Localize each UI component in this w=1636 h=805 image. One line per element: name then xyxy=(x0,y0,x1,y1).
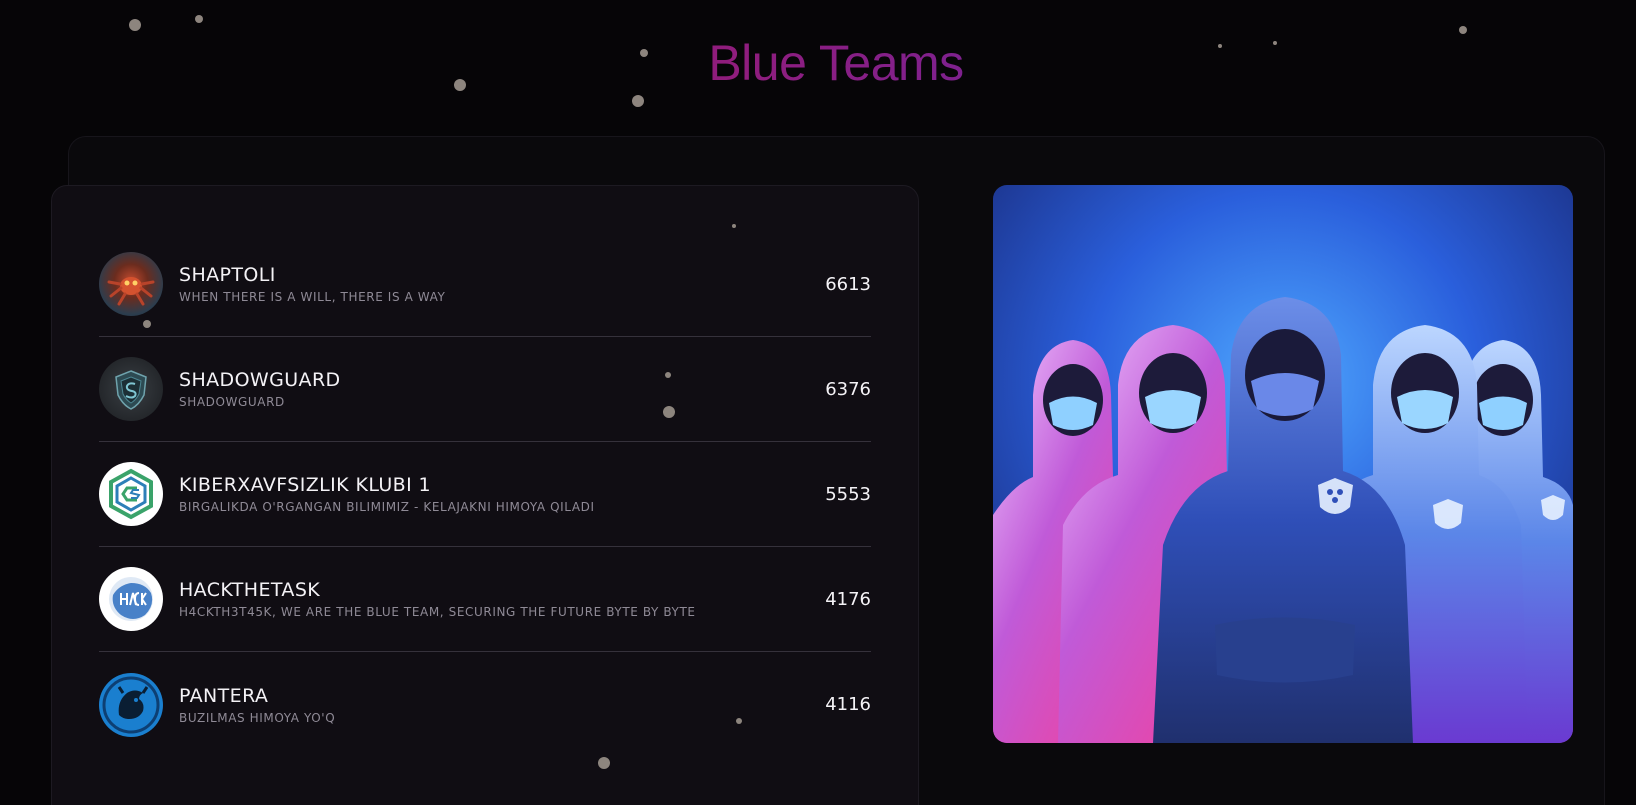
team-row[interactable]: KIBERXAVFSIZLIK KLUBI 1 BIRGALIKDA O'RGA… xyxy=(99,442,871,547)
particle xyxy=(732,224,736,228)
page-title: Blue Teams xyxy=(0,34,1636,92)
team-name: HACKTHETASK xyxy=(179,579,321,601)
team-motto: SHADOWGUARD xyxy=(179,395,285,409)
team-row[interactable]: PANTERA BUZILMAS HIMOYA YO'Q 4116 xyxy=(99,652,871,757)
team-name: SHADOWGUARD xyxy=(179,369,341,391)
particle xyxy=(195,15,203,23)
team-score: 6613 xyxy=(825,273,871,295)
team-score: 4116 xyxy=(825,694,871,715)
particle xyxy=(129,19,141,31)
team-name: SHAPTOLI xyxy=(179,264,276,286)
team-score: 6376 xyxy=(825,378,871,400)
particle xyxy=(663,406,675,418)
panther-logo-icon xyxy=(99,672,163,737)
team-score: 5553 xyxy=(825,483,871,505)
particle xyxy=(598,757,610,769)
spider-robot-avatar-icon xyxy=(99,252,163,316)
team-name: PANTERA xyxy=(179,684,269,707)
team-motto: H4CKTH3T45K, WE ARE THE BLUE TEAM, SECUR… xyxy=(179,605,696,619)
particle xyxy=(143,320,151,328)
team-motto: WHEN THERE IS A WILL, THERE IS A WAY xyxy=(179,290,446,304)
particle xyxy=(736,718,742,724)
team-name: KIBERXAVFSIZLIK KLUBI 1 xyxy=(179,474,432,496)
particle xyxy=(1459,26,1467,34)
hexagon-cs-logo-icon xyxy=(99,462,163,526)
hooded-blue-team-illustration xyxy=(993,185,1573,743)
team-row[interactable]: HACKTHETASK H4CKTH3T45K, WE ARE THE BLUE… xyxy=(99,547,871,652)
particle xyxy=(665,372,671,378)
hack-the-task-logo-icon xyxy=(99,567,163,631)
team-motto: BUZILMAS HIMOYA YO'Q xyxy=(179,710,336,725)
particle xyxy=(632,95,644,107)
shield-logo-icon xyxy=(99,357,163,421)
team-motto: BIRGALIKDA O'RGANGAN BILIMIMIZ - KELAJAK… xyxy=(179,500,595,514)
team-row[interactable]: SHADOWGUARD SHADOWGUARD 6376 xyxy=(99,337,871,442)
team-row[interactable]: SHAPTOLI WHEN THERE IS A WILL, THERE IS … xyxy=(99,232,871,337)
team-score: 4176 xyxy=(825,588,871,610)
